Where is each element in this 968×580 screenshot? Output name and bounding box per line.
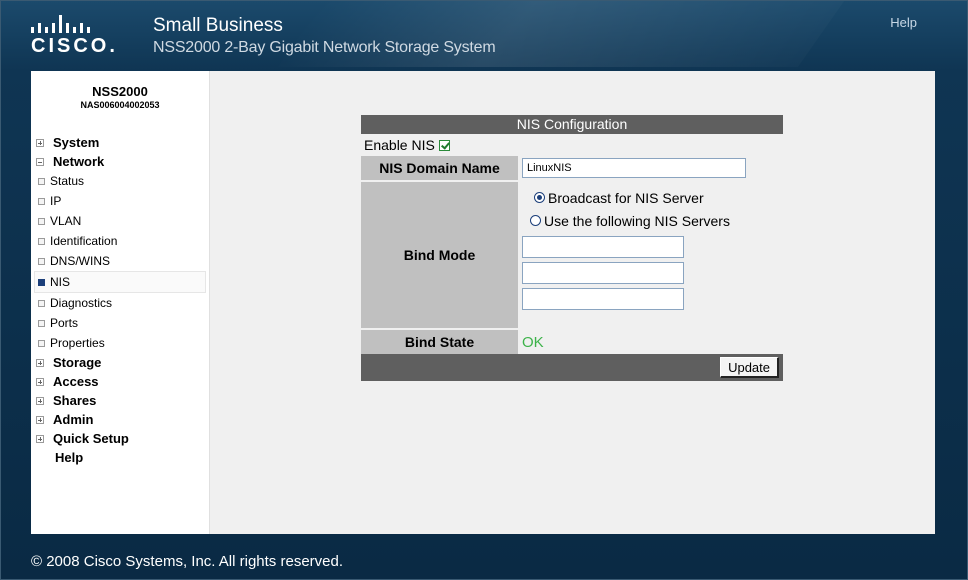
sidebar: NSS2000 NAS006004002053 System Network S… (31, 71, 210, 534)
nav-system[interactable]: System (36, 133, 206, 152)
nav-label: Help (55, 450, 84, 465)
servers-label: Use the following NIS Servers (544, 212, 730, 229)
nav-storage[interactable]: Storage (36, 353, 206, 372)
nav-shares[interactable]: Shares (36, 391, 206, 410)
domain-name-input[interactable] (522, 158, 746, 178)
section-title: NIS Configuration (361, 115, 783, 134)
copyright: © 2008 Cisco Systems, Inc. All rights re… (31, 553, 344, 570)
collapse-icon (36, 157, 44, 166)
expand-icon (36, 434, 44, 443)
nav-label: Properties (50, 336, 105, 350)
nis-server-3-input[interactable] (522, 288, 684, 310)
nav-label: DNS/WINS (50, 254, 110, 268)
nav-ports[interactable]: Ports (36, 313, 206, 333)
nav-nis[interactable]: NIS (34, 271, 206, 293)
bind-state-value: OK (518, 330, 783, 354)
square-bullet-icon (38, 319, 45, 327)
enable-nis-row: Enable NIS (361, 134, 783, 156)
product-name: NSS2000 2-Bay Gigabit Network Storage Sy… (153, 39, 496, 56)
expand-icon (36, 138, 44, 147)
nav-label: VLAN (50, 214, 82, 228)
nav-label: Status (50, 174, 85, 188)
nav-diagnostics[interactable]: Diagnostics (36, 293, 206, 313)
domain-label: NIS Domain Name (361, 156, 518, 180)
cisco-logo: CISCO. (31, 15, 141, 59)
square-bullet-icon (38, 257, 45, 265)
square-bullet-icon (38, 299, 45, 307)
main-panel: NIS Configuration Enable NIS NIS Domain … (210, 71, 935, 534)
nav-dns-wins[interactable]: DNS/WINS (36, 251, 206, 271)
nav-network[interactable]: Network (36, 152, 206, 171)
nav-label: NIS (50, 275, 71, 289)
header-shine (277, 1, 845, 67)
expand-icon (36, 377, 44, 386)
nav-label: System (53, 135, 100, 150)
servers-option[interactable]: Use the following NIS Servers (522, 209, 730, 232)
nav-access[interactable]: Access (36, 372, 206, 391)
nav-label: Identification (50, 234, 118, 248)
nav-admin[interactable]: Admin (36, 410, 206, 429)
nis-configuration-form: NIS Configuration Enable NIS NIS Domain … (361, 115, 783, 381)
nav-quick-setup[interactable]: Quick Setup (36, 429, 206, 448)
help-link[interactable]: Help (890, 15, 917, 30)
nav-help[interactable]: Help (36, 448, 206, 467)
enable-nis-checkbox[interactable] (438, 139, 450, 151)
nis-server-1-input[interactable] (522, 236, 684, 258)
broadcast-option[interactable]: Broadcast for NIS Server (522, 186, 704, 209)
nav-vlan[interactable]: VLAN (36, 211, 206, 231)
form-action-bar: Update (361, 354, 783, 381)
square-bullet-icon (38, 217, 45, 225)
domain-cell (518, 156, 783, 180)
expand-icon (36, 396, 44, 405)
nav-tree: System Network Status IP VLAN Identifica… (34, 133, 206, 467)
update-button[interactable]: Update (720, 357, 779, 378)
header: CISCO. Small Business NSS2000 2-Bay Giga… (1, 1, 968, 69)
broadcast-label: Broadcast for NIS Server (548, 189, 704, 206)
bind-mode-cell: Broadcast for NIS Server Use the followi… (518, 182, 783, 328)
square-bullet-icon (38, 278, 45, 286)
device-name: NSS2000 (92, 84, 148, 99)
nav-label: Quick Setup (53, 431, 129, 446)
square-bullet-icon (38, 237, 45, 245)
enable-nis-label: Enable NIS (364, 137, 435, 153)
nis-server-2-input[interactable] (522, 262, 684, 284)
bind-mode-row: Bind Mode Broadcast for NIS Server Use t… (361, 180, 783, 328)
square-bullet-icon (38, 197, 45, 205)
nav-label: Access (53, 374, 99, 389)
nav-identification[interactable]: Identification (36, 231, 206, 251)
nav-label: Shares (53, 393, 97, 408)
nav-label: Admin (53, 412, 94, 427)
cisco-wordmark: CISCO. (31, 35, 118, 57)
bind-state-label: Bind State (361, 330, 518, 354)
nav-properties[interactable]: Properties (36, 333, 206, 353)
device-id: NAS006004002053 (80, 100, 160, 110)
square-bullet-icon (38, 177, 45, 185)
servers-radio[interactable] (530, 215, 541, 226)
content-area: NSS2000 NAS006004002053 System Network S… (31, 71, 935, 534)
bind-mode-label: Bind Mode (361, 182, 518, 328)
nav-status[interactable]: Status (36, 171, 206, 191)
app-window: CISCO. Small Business NSS2000 2-Bay Giga… (0, 0, 968, 580)
bind-state-row: Bind State OK (361, 328, 783, 354)
nav-label: Diagnostics (50, 296, 113, 310)
expand-icon (36, 358, 44, 367)
nav-ip[interactable]: IP (36, 191, 206, 211)
nav-label: Storage (53, 355, 102, 370)
brand-title: Small Business (153, 15, 283, 36)
domain-row: NIS Domain Name (361, 156, 783, 180)
nav-label: Network (53, 154, 105, 169)
square-bullet-icon (38, 339, 45, 347)
expand-icon (36, 415, 44, 424)
nav-label: Ports (50, 316, 79, 330)
cisco-logo-bars-icon (31, 15, 141, 33)
nav-label: IP (50, 194, 62, 208)
broadcast-radio[interactable] (534, 192, 545, 203)
